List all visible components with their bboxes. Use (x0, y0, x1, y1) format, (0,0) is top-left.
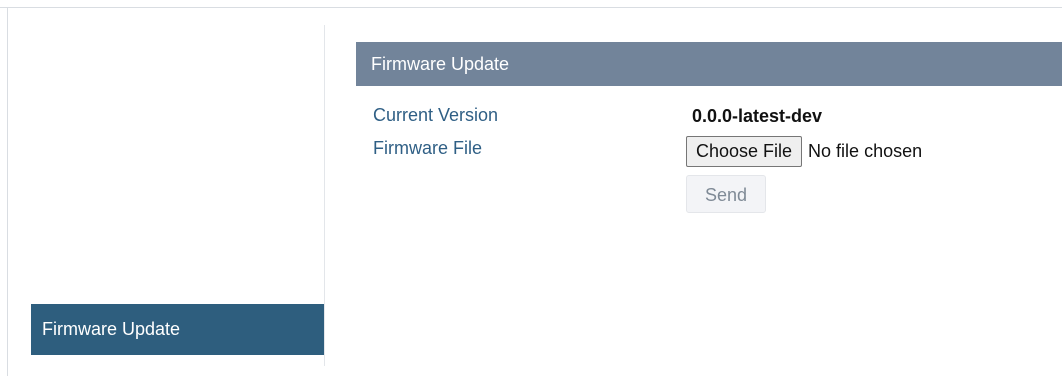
sidebar-item-firmware-update[interactable]: Firmware Update (31, 304, 324, 355)
file-status-text: No file chosen (808, 140, 923, 161)
current-version-label: Current Version (373, 105, 499, 125)
sidebar-divider (324, 25, 325, 366)
panel-title: Firmware Update (356, 42, 1062, 86)
frame-left-border (7, 7, 8, 376)
send-button[interactable]: Send (686, 175, 766, 213)
current-version-value: 0.0.0-latest-dev (692, 106, 823, 126)
firmware-file-label: Firmware File (373, 138, 483, 158)
choose-file-button[interactable]: Choose File (686, 135, 803, 167)
firmware-file-input[interactable]: Choose File No file chosen (686, 135, 922, 167)
frame-top-border (0, 7, 1062, 8)
